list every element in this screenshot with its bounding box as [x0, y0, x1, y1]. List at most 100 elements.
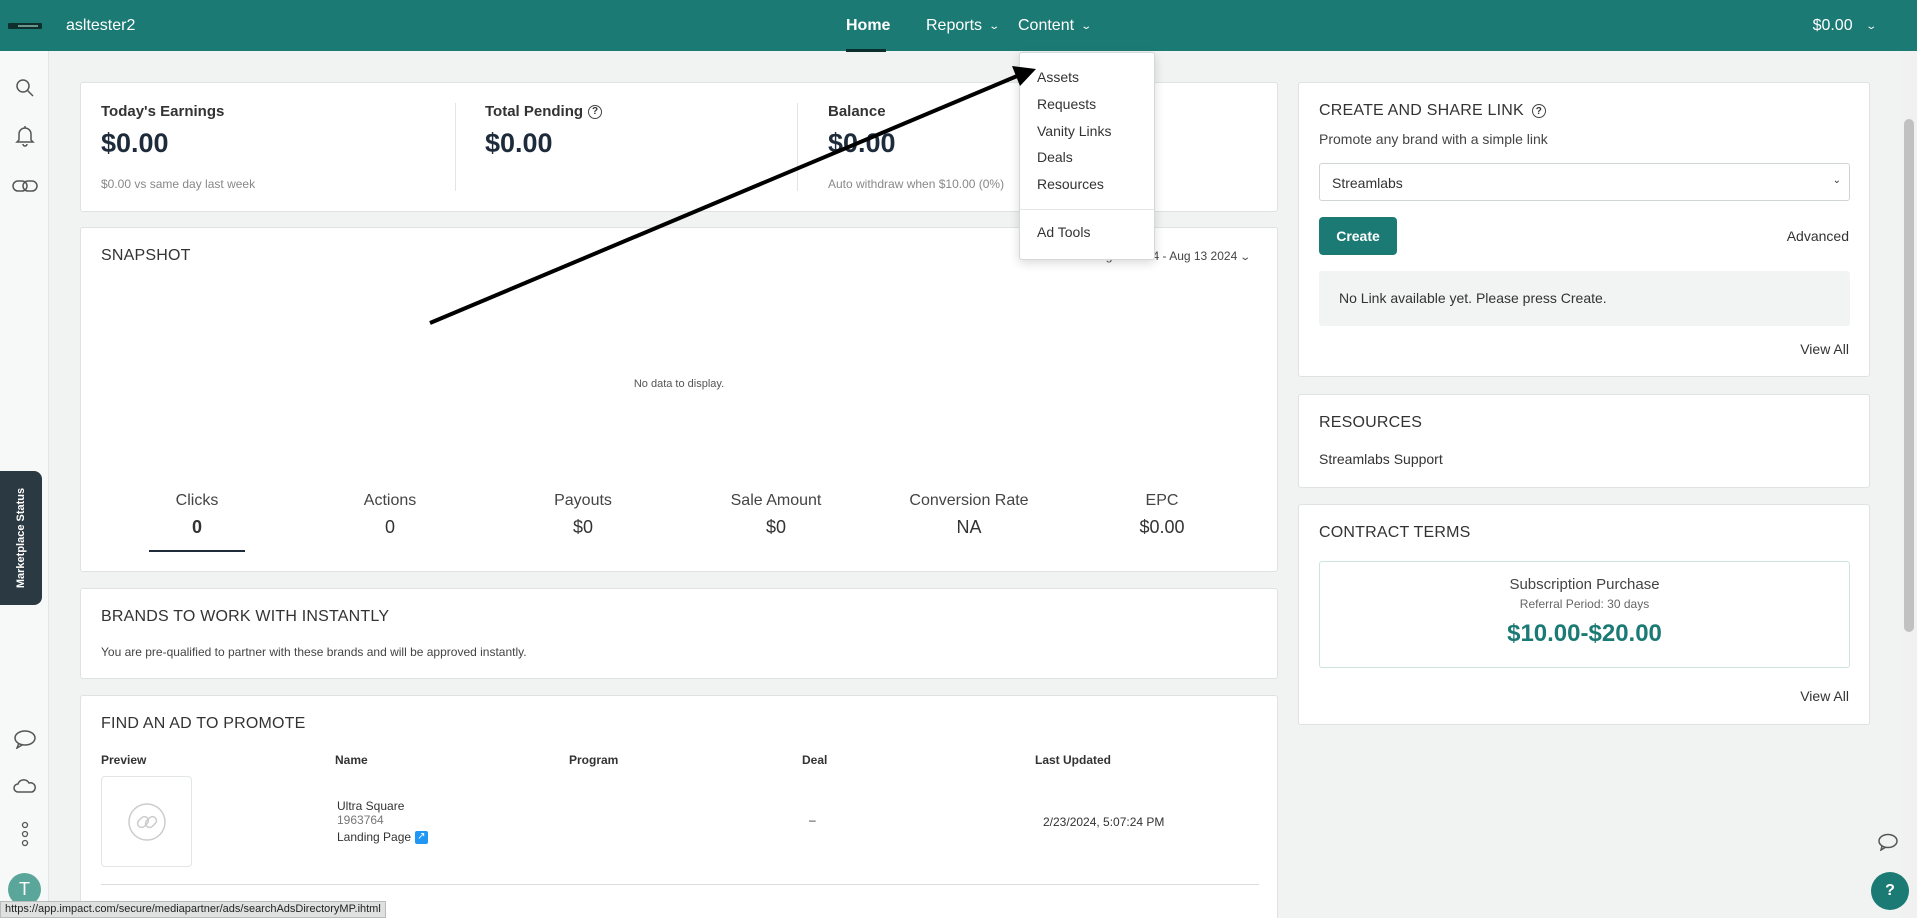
menu-item-assets[interactable]: Assets [1037, 69, 1079, 85]
streamlabs-logo[interactable] [8, 23, 42, 29]
balance-dropdown[interactable]: $0.00 ⌄ [1812, 17, 1877, 35]
menu-item-requests[interactable]: Requests [1037, 96, 1096, 112]
content-dropdown-menu: Assets Requests Vanity Links Deals Resou… [1019, 52, 1155, 260]
metric-label: Actions [363, 492, 417, 509]
metric-value: $0 [765, 517, 787, 537]
ad-name[interactable]: Ultra Square [337, 799, 428, 813]
help-icon[interactable]: ? [1531, 104, 1546, 118]
metric-label: Sale Amount [730, 492, 822, 509]
chevron-down-icon: ⌄ [1080, 20, 1093, 32]
menu-item-deals[interactable]: Deals [1037, 149, 1073, 165]
brand-select[interactable]: Streamlabs ⌄ [1319, 163, 1850, 201]
metric-epc[interactable]: EPC $0.00 [1102, 492, 1222, 538]
ad-last-updated: 2/23/2024, 5:07:24 PM [1043, 815, 1165, 829]
column-header[interactable]: Preview [101, 753, 146, 767]
total-pending-value: $0.00 [485, 128, 553, 158]
external-link-icon[interactable] [415, 830, 429, 844]
term-name: Subscription Purchase [1509, 576, 1660, 593]
ad-preview[interactable] [101, 776, 192, 867]
metric-clicks[interactable]: Clicks 0 [137, 492, 257, 538]
divider [455, 103, 456, 191]
nav-home[interactable]: Home [846, 17, 890, 35]
today-earnings-value: $0.00 [101, 128, 169, 158]
scrollbar-thumb[interactable] [1904, 119, 1914, 632]
nav-home-active-indicator [846, 49, 886, 52]
create-link-title-row: CREATE AND SHARE LINK? [1319, 102, 1546, 120]
today-earnings-label: Today's Earnings [101, 103, 225, 120]
advanced-link[interactable]: Advanced [1787, 228, 1849, 244]
bell-icon[interactable] [12, 123, 38, 149]
nav-reports[interactable]: Reports ⌄ [926, 17, 1001, 35]
chevron-down-icon: ⌄ [988, 20, 1001, 32]
marketplace-status-label: Marketplace Status [15, 487, 28, 589]
nav-content[interactable]: Content ⌄ [1018, 17, 1093, 35]
metric-label: Conversion Rate [909, 492, 1029, 509]
metric-payouts[interactable]: Payouts $0 [523, 492, 643, 538]
view-all-links[interactable]: View All [1800, 341, 1849, 357]
column-header[interactable]: Program [569, 753, 618, 767]
metric-sale-amount[interactable]: Sale Amount $0 [716, 492, 836, 538]
contract-terms-title: CONTRACT TERMS [1319, 524, 1471, 541]
auto-withdraw-note: Auto withdraw when $10.00 (0%) [828, 177, 1005, 191]
create-link-title: CREATE AND SHARE LINK [1319, 102, 1524, 119]
term-amount: $10.00-$20.00 [1507, 620, 1662, 647]
today-earnings-comparison: $0.00 vs same day last week [101, 177, 256, 191]
brands-subtitle: You are pre-qualified to partner with th… [101, 645, 527, 659]
chat-icon[interactable] [12, 726, 38, 752]
column-header[interactable]: Name [335, 753, 368, 767]
create-button[interactable]: Create [1319, 217, 1397, 255]
column-header[interactable]: Deal [802, 753, 827, 767]
ad-type-label: Landing Page [337, 830, 412, 844]
cloud-icon[interactable] [12, 773, 38, 799]
column-header[interactable]: Last Updated [1035, 753, 1111, 767]
more-icon[interactable] [12, 821, 38, 847]
row-divider [101, 884, 1259, 885]
menu-item-ad-tools[interactable]: Ad Tools [1037, 224, 1090, 240]
metric-actions[interactable]: Actions 0 [330, 492, 450, 538]
balance-value: $0.00 [828, 128, 896, 158]
streamlabs-support-link[interactable]: Streamlabs Support [1319, 451, 1443, 467]
chat-bubble-icon[interactable] [1876, 830, 1900, 854]
ad-type[interactable]: Landing Page [337, 830, 429, 844]
metric-conversion-rate[interactable]: Conversion Rate NA [899, 492, 1039, 538]
brands-card: BRANDS TO WORK WITH INSTANTLY You are pr… [80, 588, 1278, 679]
total-pending-label: Total Pending [485, 103, 584, 120]
brands-title: BRANDS TO WORK WITH INSTANTLY [101, 608, 390, 625]
create-link-subtitle: Promote any brand with a simple link [1319, 131, 1548, 147]
metric-value: $0.00 [1139, 517, 1185, 537]
link-icon[interactable] [12, 173, 38, 199]
menu-item-resources[interactable]: Resources [1037, 176, 1104, 192]
resources-title: RESOURCES [1319, 414, 1423, 431]
no-data-message: No data to display. [633, 378, 725, 390]
ad-name-cell: Ultra Square 1963764 Landing Page [337, 799, 429, 844]
chevron-down-icon: ⌄ [1238, 252, 1251, 263]
metric-label: Payouts [554, 492, 612, 509]
left-rail: Marketplace Status [0, 51, 49, 918]
snapshot-card: SNAPSHOT Aug 07 2024 - Aug 13 2024 ⌄ No … [80, 227, 1278, 572]
scrollbar[interactable] [1901, 51, 1917, 918]
contract-terms-card: CONTRACT TERMS Subscription Purchase Ref… [1298, 504, 1870, 725]
marketplace-status-tab[interactable]: Marketplace Status [0, 471, 42, 605]
contract-term: Subscription Purchase Referral Period: 3… [1319, 561, 1850, 668]
status-bar-url: https://app.impact.com/secure/mediapartn… [0, 901, 386, 918]
view-all-terms[interactable]: View All [1800, 688, 1849, 704]
menu-item-vanity-links[interactable]: Vanity Links [1037, 123, 1111, 139]
ad-id: 1963764 [337, 813, 384, 827]
brand-select-value: Streamlabs [1332, 175, 1403, 191]
metric-value: 0 [384, 517, 395, 537]
find-ad-title: FIND AN AD TO PROMOTE [101, 715, 306, 732]
account-name[interactable]: asltester2 [66, 17, 135, 35]
metric-value: 0 [191, 517, 202, 537]
active-metric-indicator [149, 550, 245, 552]
nav-content-label: Content [1018, 17, 1075, 34]
referral-period: Referral Period: 30 days [1519, 597, 1650, 611]
balance-label: Balance [828, 103, 886, 120]
header-balance: $0.00 [1812, 17, 1853, 34]
help-icon[interactable]: ? [588, 104, 603, 119]
chevron-down-icon: ⌄ [1864, 20, 1877, 32]
nav-reports-label: Reports [926, 17, 983, 34]
help-button[interactable]: ? [1871, 872, 1909, 910]
chevron-down-icon: ⌄ [1832, 175, 1841, 186]
empty-link-message: No Link available yet. Please press Crea… [1319, 271, 1850, 326]
search-icon[interactable] [12, 75, 38, 101]
